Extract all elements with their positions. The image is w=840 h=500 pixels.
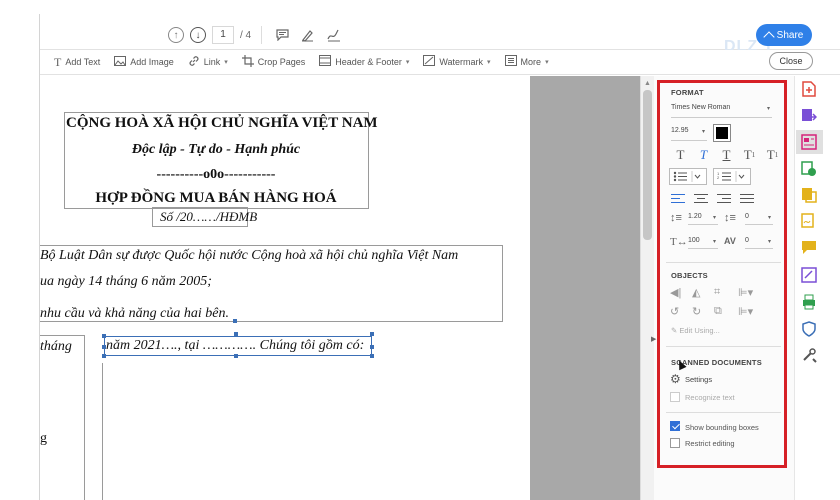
resize-handle[interactable] — [102, 354, 106, 358]
add-image-label: Add Image — [130, 57, 174, 67]
export-pdf-icon[interactable] — [800, 107, 818, 125]
acrobat-window: ↑ ↓ 1 / 4 DLZ T Share T Add Text Add Ima… — [0, 0, 840, 500]
toolbar-divider — [261, 26, 263, 44]
edit-pdf-icon[interactable] — [800, 133, 818, 151]
crop-icon — [241, 54, 254, 70]
nation-heading[interactable]: CỘNG HOÀ XÃ HỘI CHỦ NGHĨA VIỆT NAM — [66, 115, 378, 132]
left-margin — [0, 14, 40, 500]
cell-left-text[interactable]: tháng — [40, 339, 72, 355]
comment-icon[interactable] — [272, 25, 292, 45]
page-nav-group: ↑ ↓ 1 / 4 — [168, 24, 344, 46]
more-button[interactable]: More ▾ — [504, 55, 549, 69]
edit-pdf-toolbar: T Add Text Add Image Link ▾ Crop Pages H… — [40, 50, 840, 75]
page-total: / 4 — [240, 29, 252, 41]
resize-handle[interactable] — [370, 354, 374, 358]
contract-number[interactable]: Số /20……/HĐMB — [160, 209, 257, 225]
table-divider — [102, 363, 103, 500]
more-icon — [504, 55, 517, 69]
comment-tool-icon[interactable] — [800, 238, 818, 256]
print-production-icon[interactable] — [800, 293, 818, 311]
vertical-scrollbar[interactable]: ▲ — [640, 76, 654, 500]
collapse-panel-icon[interactable]: ▶ — [651, 335, 656, 343]
crop-pages-label: Crop Pages — [257, 57, 306, 67]
document-page[interactable]: CỘNG HOÀ XÃ HỘI CHỦ NGHĨA VIỆT NAM Độc l… — [40, 76, 530, 500]
table-cell-left — [40, 335, 85, 500]
fragment-text[interactable]: g — [40, 431, 47, 447]
page-background — [530, 76, 640, 500]
text-icon: T — [54, 54, 62, 69]
create-pdf-icon[interactable] — [800, 80, 818, 98]
header-footer-icon — [319, 55, 332, 69]
add-image-button[interactable]: Add Image — [114, 55, 174, 69]
resize-handle[interactable] — [233, 319, 237, 323]
link-icon — [188, 55, 200, 70]
motto-line[interactable]: Độc lập - Tự do - Hạnh phúc — [66, 142, 366, 158]
resize-handle[interactable] — [370, 345, 374, 349]
scroll-up-icon[interactable]: ▲ — [644, 80, 651, 87]
separator-line[interactable]: ----------o0o----------- — [66, 167, 366, 183]
crop-pages-button[interactable]: Crop Pages — [241, 54, 306, 70]
resize-handle[interactable] — [102, 345, 106, 349]
header-footer-label: Header & Footer — [335, 57, 402, 67]
watermark-label: Watermark — [439, 57, 484, 67]
chevron-down-icon: ▾ — [405, 59, 410, 66]
chevron-down-icon: ▾ — [224, 59, 228, 66]
pen-icon[interactable] — [298, 25, 318, 45]
combine-files-icon[interactable] — [800, 160, 818, 178]
add-text-button[interactable]: T Add Text — [54, 55, 100, 70]
right-edge — [824, 76, 840, 500]
previous-page-icon[interactable]: ↑ — [168, 27, 184, 43]
share-button[interactable]: Share — [756, 24, 812, 46]
more-label: More — [520, 57, 542, 67]
paragraph-line-3[interactable]: nhu cầu và khả năng của hai bên. — [40, 306, 229, 322]
next-page-icon[interactable]: ↓ — [190, 27, 206, 43]
link-label: Link — [203, 57, 221, 67]
paragraph-line-2[interactable]: ua ngày 14 tháng 6 năm 2005; — [40, 274, 212, 290]
fill-sign-icon[interactable] — [800, 266, 818, 284]
organize-pages-icon[interactable] — [800, 186, 818, 204]
contract-title[interactable]: HỢP ĐỒNG MUA BÁN HÀNG HOÁ — [66, 190, 366, 207]
header-footer-button[interactable]: Header & Footer ▾ — [319, 55, 409, 69]
resize-handle[interactable] — [234, 354, 238, 358]
share-icon — [762, 30, 775, 43]
add-text-label: Add Text — [65, 57, 101, 67]
image-icon — [114, 55, 127, 69]
date-place-line[interactable]: năm 2021…., tại …………. Chúng tôi gồm có: — [106, 338, 364, 354]
resize-handle[interactable] — [102, 334, 106, 338]
scrollbar-thumb[interactable] — [643, 90, 652, 240]
more-tools-icon[interactable] — [800, 346, 818, 364]
highlight-annotation — [657, 80, 787, 468]
request-signatures-icon[interactable] — [800, 212, 818, 230]
close-button[interactable]: Close — [769, 52, 813, 70]
protect-shield-icon[interactable] — [800, 320, 818, 338]
share-label: Share — [776, 29, 804, 41]
sign-icon[interactable] — [324, 25, 344, 45]
page-navigation-toolbar: ↑ ↓ 1 / 4 DLZ T Share — [40, 18, 840, 55]
paragraph-line-1[interactable]: Bộ Luật Dân sự được Quốc hội nước Cộng h… — [40, 248, 458, 264]
resize-handle[interactable] — [234, 332, 238, 336]
watermark-button[interactable]: Watermark ▾ — [423, 55, 491, 69]
window-top-strip — [0, 0, 840, 14]
chevron-down-icon: ▾ — [545, 59, 549, 66]
page-number-input[interactable]: 1 — [212, 26, 234, 44]
watermark-icon — [423, 55, 436, 69]
link-button[interactable]: Link ▾ — [188, 55, 228, 70]
chevron-down-icon: ▾ — [487, 59, 491, 66]
resize-handle[interactable] — [370, 332, 374, 336]
